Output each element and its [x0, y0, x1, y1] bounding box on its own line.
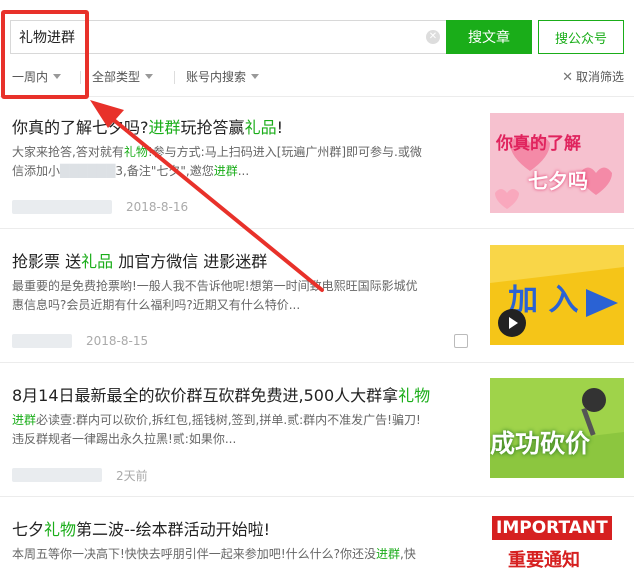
thumbnail-text: 七夕吗	[528, 169, 588, 193]
filter-bar: 一周内 全部类型 账号内搜索 ✕ 取消筛选	[12, 68, 624, 88]
thumbnail-art	[495, 136, 612, 209]
result-thumbnail-4[interactable]: IMPORTANT 重要通知	[490, 512, 624, 572]
play-icon[interactable]	[498, 309, 526, 337]
search-input[interactable]	[11, 21, 411, 53]
result-date: 2018-8-15	[86, 334, 149, 348]
close-icon: ✕	[562, 70, 573, 85]
chevron-down-icon	[251, 74, 260, 79]
share-icon[interactable]	[454, 334, 468, 348]
search-box[interactable]: ✕	[10, 20, 446, 54]
result-title-1[interactable]: 你真的了解七夕吗?进群玩抢答赢礼品!	[12, 114, 283, 138]
filter-account-label: 账号内搜索	[186, 70, 247, 84]
result-meta-1: 2018-8-16	[12, 199, 188, 215]
divider	[0, 362, 634, 363]
result-thumbnail-1[interactable]: 你真的了解 七夕吗	[490, 113, 624, 213]
cancel-filter-button[interactable]: ✕ 取消筛选	[562, 68, 624, 85]
filter-time-label: 一周内	[12, 70, 49, 84]
divider	[0, 96, 634, 97]
result-thumbnail-3[interactable]: 成功砍价	[490, 378, 624, 478]
chevron-down-icon	[145, 74, 154, 79]
divider	[0, 496, 634, 497]
divider	[174, 71, 175, 84]
search-account-button[interactable]: 搜公众号	[538, 20, 624, 54]
result-snippet-2: 最重要的是免费抢票哟!一般人我不告诉他呢!想第一时间致电熙旺国际影城优 惠信息吗…	[12, 279, 418, 312]
filter-account[interactable]: 账号内搜索	[186, 68, 260, 85]
thumbnail-text: IMPORTANT	[492, 516, 612, 540]
result-meta-3: 2天前	[12, 467, 148, 483]
result-snippet-1: 大家来抢答,答对就有礼物!参与方式:马上扫码进入[玩遍广州群]即可参与.或微 信…	[12, 145, 422, 178]
clear-icon[interactable]: ✕	[426, 30, 440, 44]
divider	[80, 71, 81, 84]
account-name-blurred[interactable]	[12, 200, 112, 214]
chevron-down-icon	[53, 74, 62, 79]
divider	[0, 228, 634, 229]
thumbnail-text: 你真的了解	[496, 134, 581, 154]
thumbnail-text: 成功砍价	[490, 429, 591, 458]
filter-type-label: 全部类型	[92, 70, 141, 84]
result-snippet-4: 本周五等你一决高下!快快去呼朋引伴一起来参加吧!什么什么?你还没进群,快	[12, 547, 416, 561]
thumbnail-text: 重要通知	[508, 550, 580, 571]
result-snippet-3: 进群必读壹:群内可以砍价,拆红包,摇钱树,签到,拼单.贰:群内不准发广告!骗刀!…	[12, 413, 421, 446]
account-name-blurred[interactable]	[12, 468, 102, 482]
result-title-4[interactable]: 七夕礼物第二波--绘本群活动开始啦!	[12, 516, 270, 540]
result-title-2[interactable]: 抢影票 送礼品 加官方微信 进影迷群	[12, 248, 267, 272]
filter-type[interactable]: 全部类型	[92, 68, 154, 85]
cancel-filter-label: 取消筛选	[575, 70, 624, 84]
result-thumbnail-2[interactable]: 加 入	[490, 245, 624, 345]
result-title-3[interactable]: 8月14日最新最全的砍价群互砍群免费进,500人大群拿礼物	[12, 382, 430, 406]
result-date: 2018-8-16	[126, 200, 189, 214]
filter-time[interactable]: 一周内	[12, 68, 62, 85]
result-date: 2天前	[116, 468, 148, 483]
account-name-blurred[interactable]	[12, 334, 72, 348]
search-bar: ✕ 搜文章 搜公众号	[10, 20, 626, 54]
result-meta-2: 2018-8-15	[12, 333, 148, 349]
search-article-button[interactable]: 搜文章	[446, 20, 532, 54]
